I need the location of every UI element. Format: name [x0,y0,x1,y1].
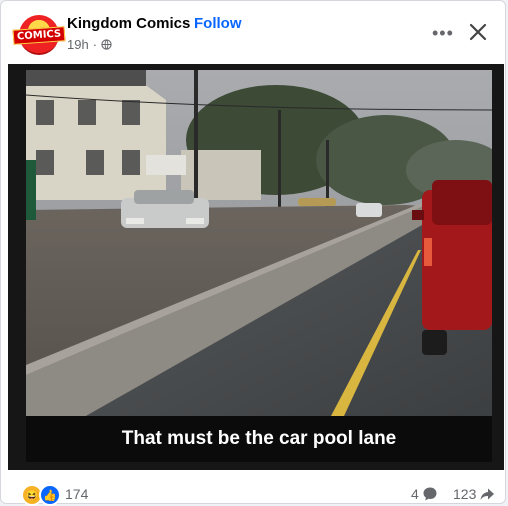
avatar-logo-text: COMICS [12,25,66,45]
shares-count-link[interactable]: 123 [453,486,495,502]
name-separator: · [184,15,189,32]
reactions-count[interactable]: 174 [65,486,88,502]
follow-button[interactable]: Follow [194,15,242,32]
meme-caption-bar: That must be the car pool lane [26,416,492,462]
share-icon [480,488,495,500]
facebook-post: COMICS Kingdom Comics · Follow 19h · ••• [0,0,507,506]
engagement-bar: 😆 👍 174 4 123 [1,479,507,506]
page-avatar[interactable]: COMICS [12,15,66,55]
more-options-icon[interactable]: ••• [432,23,454,44]
post-meta: 19h · [67,37,112,52]
flooded-road-photo [26,70,492,416]
comments-count-link[interactable]: 4 [411,486,438,502]
time-separator: · [92,37,98,52]
shares-count: 123 [453,486,477,502]
reaction-icons[interactable]: 😆 👍 [21,484,61,506]
like-icon: 👍 [39,484,61,506]
post-media[interactable]: That must be the car pool lane [8,64,504,470]
globe-icon[interactable] [101,39,112,50]
meme-caption: That must be the car pool lane [121,428,397,449]
post-time[interactable]: 19h [67,37,89,52]
close-icon[interactable] [467,21,489,43]
comment-icon [423,487,437,501]
page-name-link[interactable]: Kingdom Comics [67,15,190,32]
comments-count: 4 [411,486,419,502]
